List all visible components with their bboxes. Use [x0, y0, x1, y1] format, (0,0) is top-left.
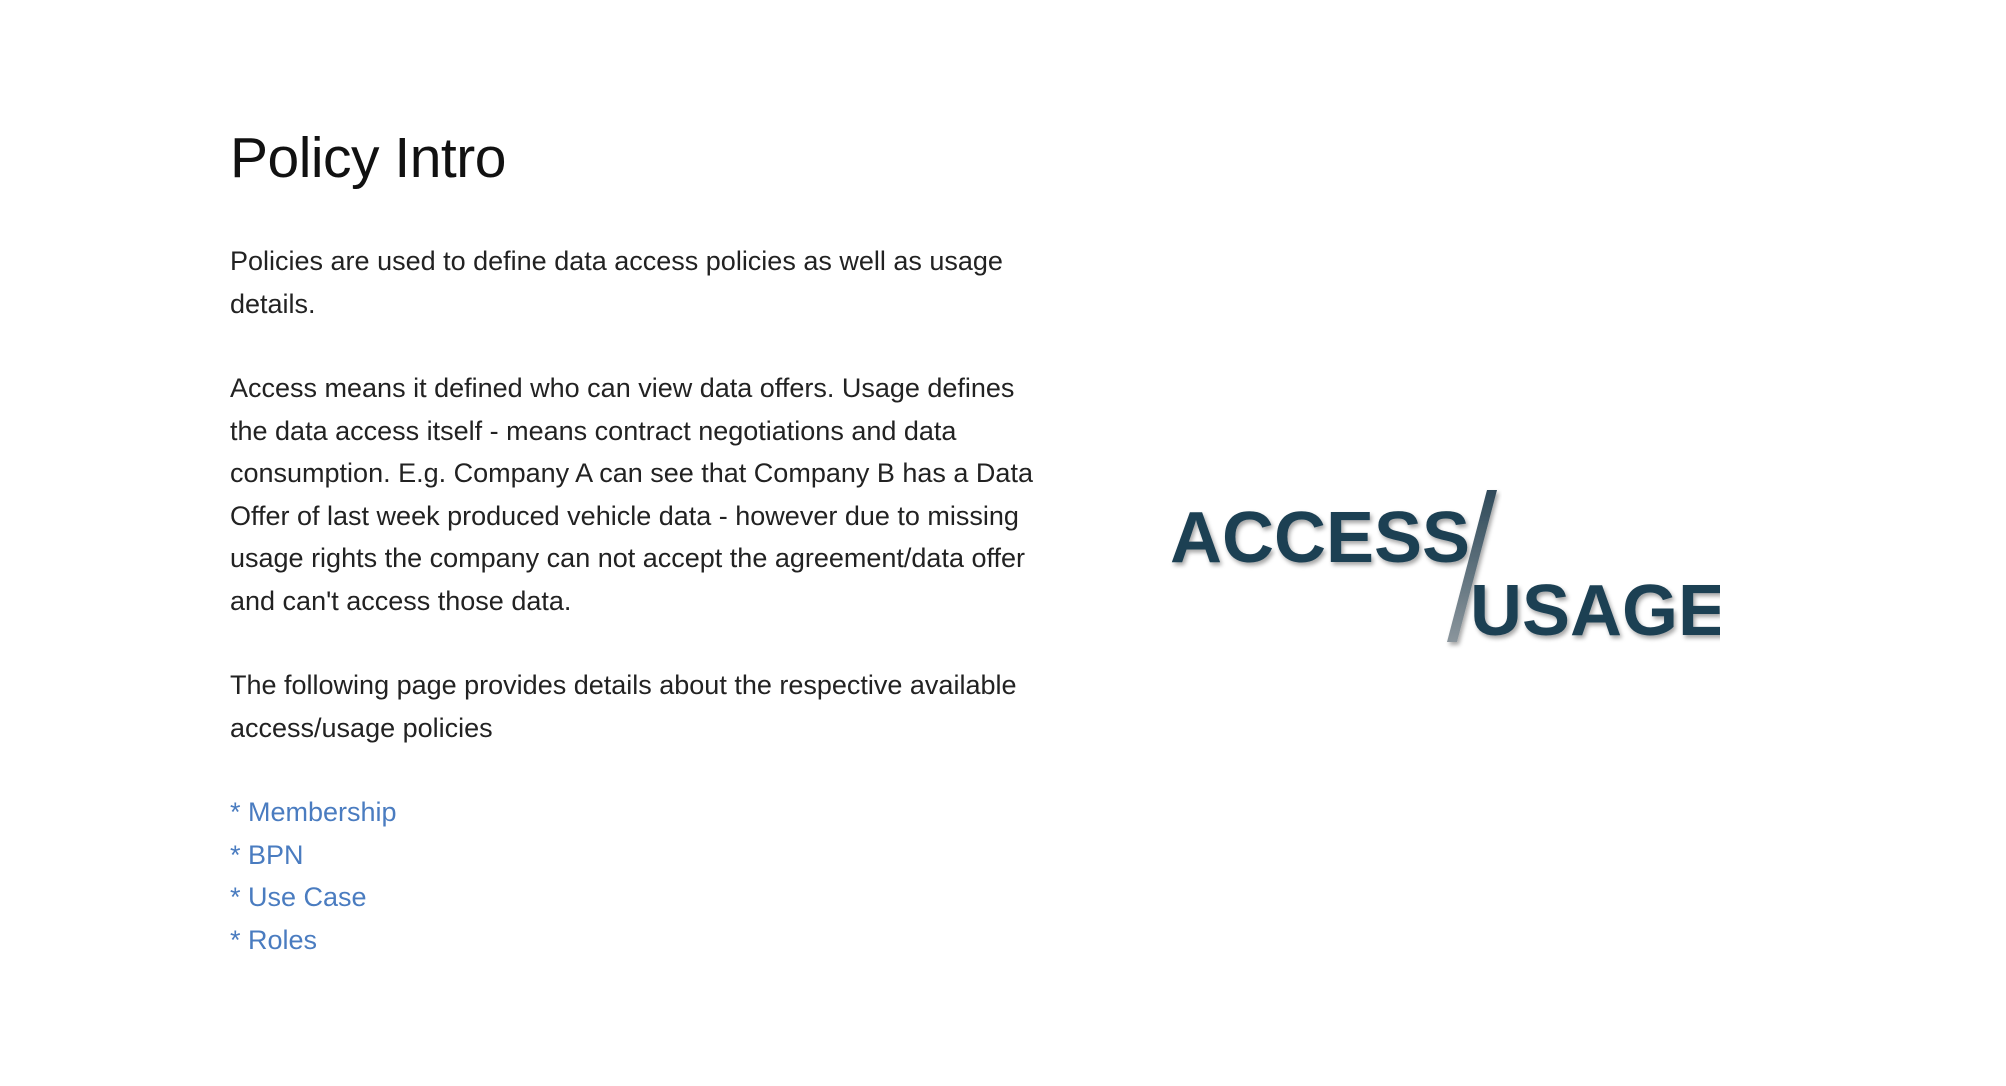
roles-link[interactable]: * Roles	[230, 925, 317, 955]
logo-word-usage: USAGE	[1470, 571, 1720, 650]
logo-word-access: ACCESS	[1170, 498, 1470, 578]
use-case-link[interactable]: * Use Case	[230, 882, 367, 912]
following-page-paragraph: The following page provides details abou…	[230, 670, 1017, 743]
list-item: * BPN	[230, 834, 1050, 877]
content-column: Policy Intro Policies are used to define…	[230, 118, 1050, 977]
page-title: Policy Intro	[230, 126, 506, 190]
access-usage-paragraph: Access means it defined who can view dat…	[230, 373, 1033, 616]
access-usage-logo: ACCESS USAGE	[1170, 490, 1720, 650]
bpn-link[interactable]: * BPN	[230, 840, 304, 870]
policy-links-list: * Membership * BPN * Use Case * Roles	[230, 791, 1050, 961]
list-item: * Use Case	[230, 876, 1050, 919]
membership-link[interactable]: * Membership	[230, 797, 397, 827]
list-item: * Roles	[230, 919, 1050, 962]
intro-paragraph: Policies are used to define data access …	[230, 246, 1003, 319]
list-item: * Membership	[230, 791, 1050, 834]
